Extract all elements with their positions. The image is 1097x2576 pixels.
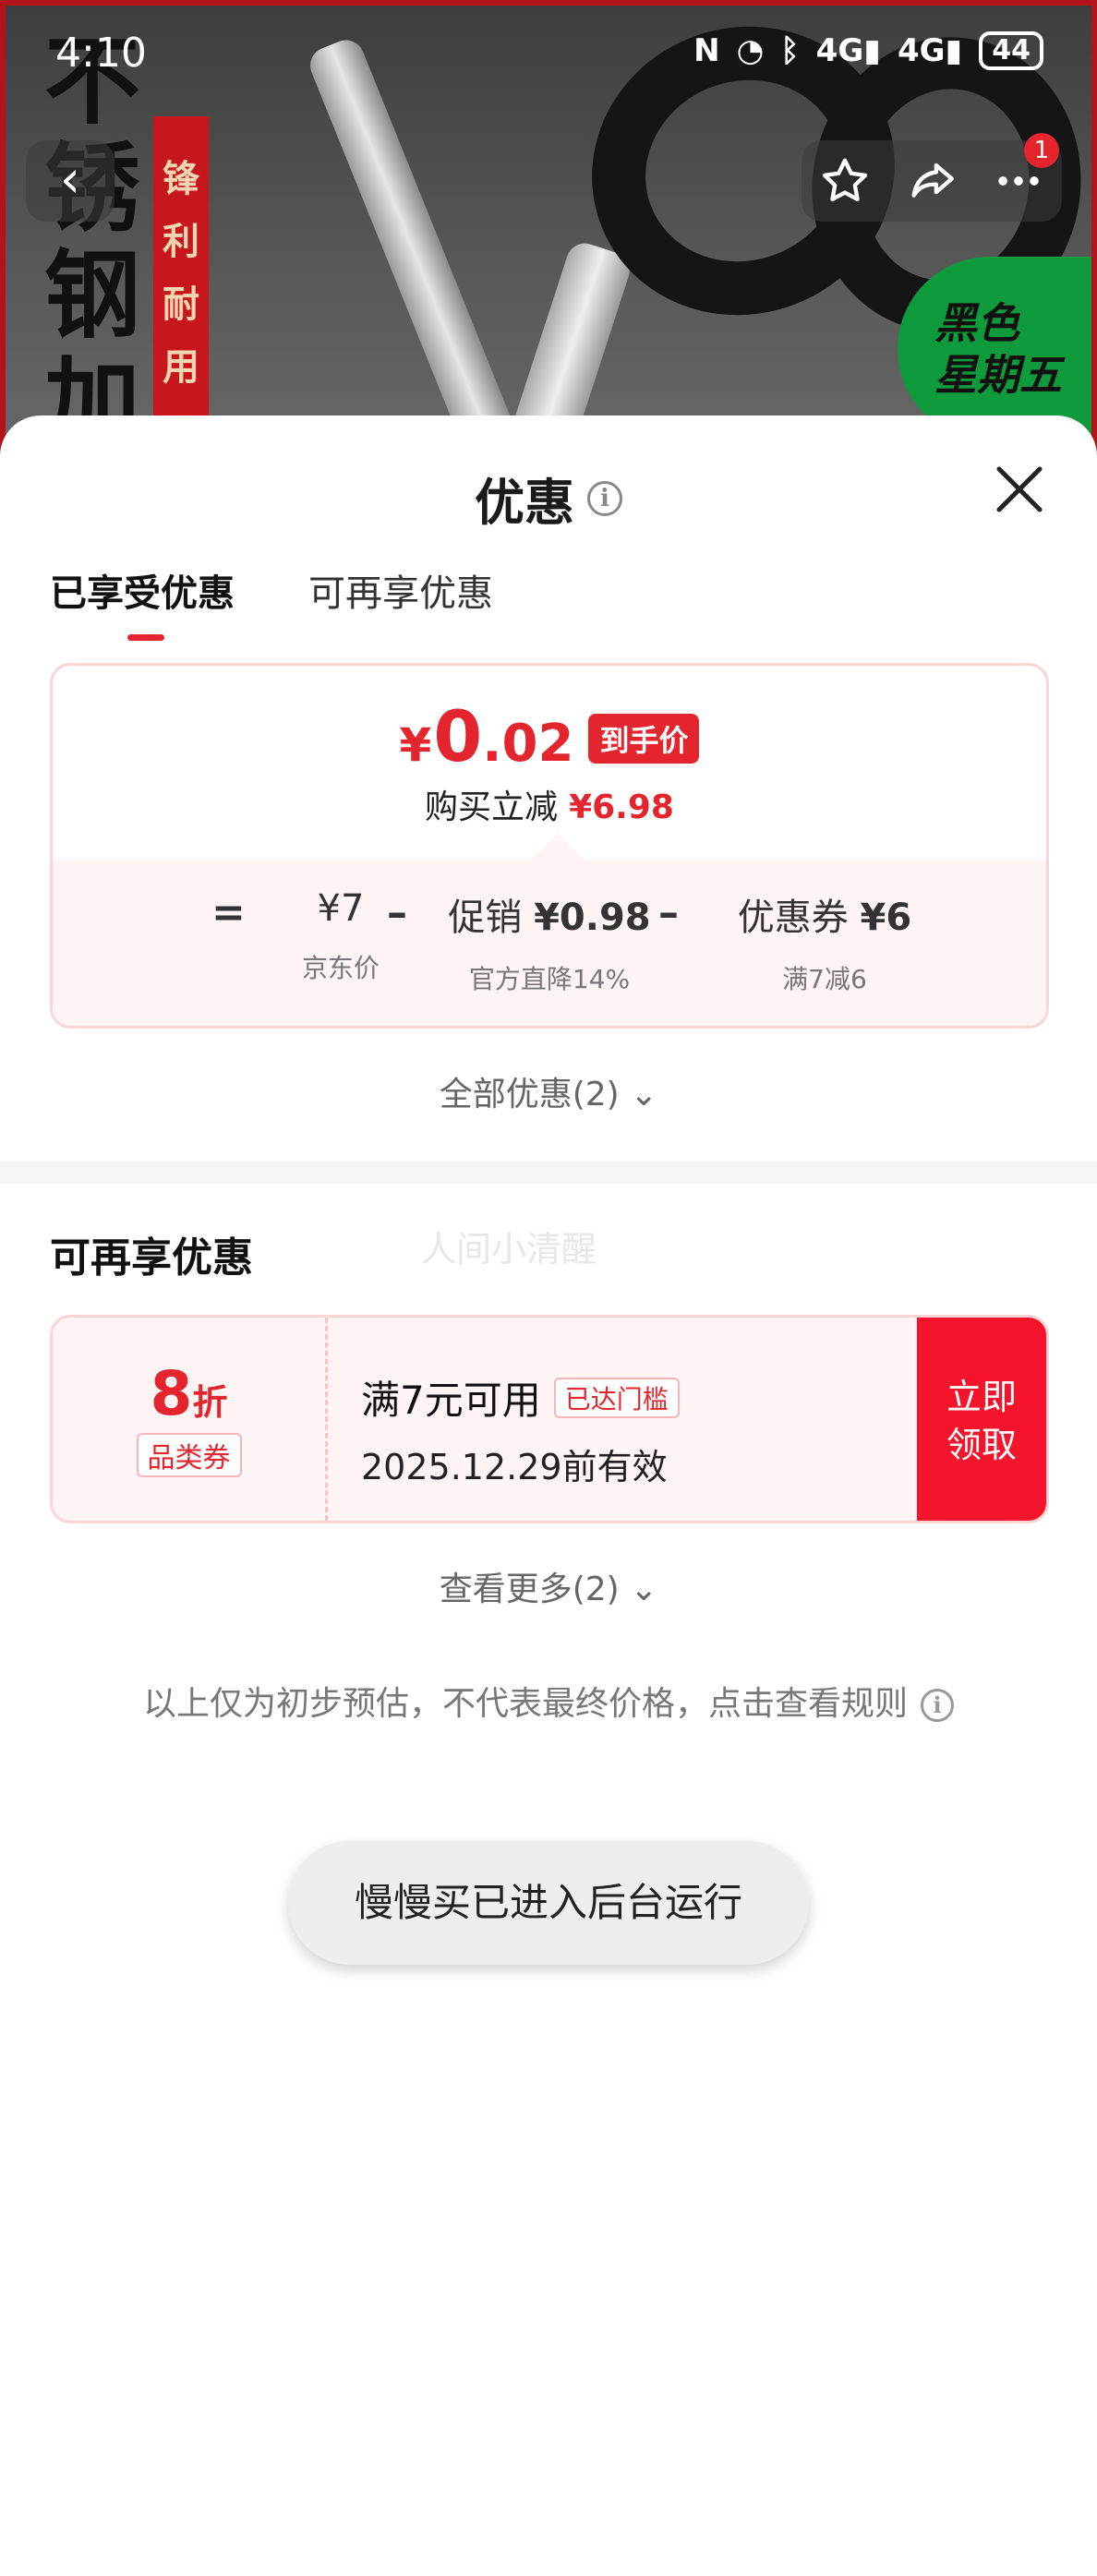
- tab-more-discounts[interactable]: 可再享优惠: [308, 563, 493, 617]
- battery-icon: 44: [979, 31, 1043, 70]
- more-button[interactable]: 1: [982, 133, 1059, 218]
- watermark: 人间小清醒: [421, 1229, 597, 1270]
- chevron-down-icon: ⌄: [630, 1076, 658, 1113]
- close-button[interactable]: [990, 460, 1049, 519]
- final-price-tag: 到手价: [588, 714, 700, 764]
- notification-badge: 1: [1024, 133, 1059, 168]
- tab-enjoyed-discounts[interactable]: 已享受优惠: [50, 563, 235, 641]
- price-summary: ¥0.02 到手价 购买立减 ¥6.98: [53, 666, 1046, 850]
- coupon-term: 优惠券 ¥6 满7减6: [705, 887, 945, 996]
- background-toast: 慢慢买已进入后台运行: [288, 1841, 809, 1965]
- minus-sign-1: –: [387, 889, 407, 936]
- status-time: 4:10: [55, 30, 147, 77]
- price-formula: = ¥7 京东价 – 促销 ¥0.98 官方直降14% – 优惠券 ¥6 满7减…: [53, 833, 1046, 1026]
- discount-tabs: 已享受优惠 可再享优惠: [50, 563, 493, 641]
- coupon-condition: 满7元可用 已达门槛: [361, 1369, 680, 1426]
- nfc-icon: N: [693, 32, 720, 69]
- sheet-header: 优惠 i: [0, 462, 1097, 535]
- signal-4g-icon-2: 4G▮: [897, 32, 963, 69]
- promo-term: 促销 ¥0.98 官方直降14%: [439, 887, 660, 996]
- coupon-value: 优惠券 ¥6: [737, 897, 912, 939]
- purchase-discount: 购买立减 ¥6.98: [425, 788, 674, 826]
- price-card: ¥0.02 到手价 购买立减 ¥6.98 = ¥7 京东价 – 促销 ¥0.98 …: [50, 663, 1049, 1029]
- share-button[interactable]: [895, 144, 969, 218]
- bluetooth-icon: ᛒ: [780, 32, 800, 69]
- status-icons: N ◔ ᛒ 4G▮ 4G▮ 44: [693, 31, 1043, 70]
- alarm-icon: ◔: [736, 32, 765, 69]
- coupon-details: 满7元可用 已达门槛 2025.12.29前有效: [361, 1369, 680, 1489]
- rules-info-icon: i: [921, 1689, 954, 1722]
- threshold-badge: 已达门槛: [553, 1377, 680, 1418]
- section-title: 可再享优惠: [50, 1234, 253, 1282]
- all-discounts-link[interactable]: 全部优惠(2) ⌄: [0, 1067, 1097, 1115]
- coupon-sub: 满7减6: [782, 964, 867, 994]
- claim-coupon-button[interactable]: 立即 领取: [917, 1318, 1046, 1521]
- promo-value: 促销 ¥0.98: [448, 897, 651, 939]
- coupon-card: 8折 品类券 满7元可用 已达门槛 2025.12.29前有效 立即 领取: [50, 1315, 1049, 1523]
- jd-price-label: 京东价: [301, 953, 380, 983]
- discount-amount: ¥6.98: [569, 788, 674, 826]
- back-button[interactable]: ‹: [26, 140, 115, 222]
- promo-sub: 官方直降14%: [468, 964, 631, 994]
- section-divider: [0, 1162, 1097, 1184]
- info-icon[interactable]: i: [587, 480, 622, 516]
- coupon-validity: 2025.12.29前有效: [361, 1447, 668, 1487]
- signal-4g-icon: 4G▮: [815, 32, 881, 69]
- star-icon: [822, 158, 868, 201]
- discount-sheet: 优惠 i 已享受优惠 可再享优惠 ¥0.02 到手价 购买立减 ¥6.98 = ¥7…: [0, 415, 1097, 2576]
- disclaimer[interactable]: 以上仅为初步预估，不代表最终价格，点击查看规则 i: [0, 1677, 1097, 1725]
- coupon-discount-panel: 8折 品类券: [53, 1318, 328, 1521]
- favorite-button[interactable]: [808, 144, 882, 218]
- top-actions: 1: [802, 133, 1062, 222]
- see-more-link[interactable]: 查看更多(2) ⌄: [0, 1562, 1097, 1610]
- final-price-line: ¥0.02 到手价: [53, 695, 1046, 777]
- status-bar: 4:10 N ◔ ᛒ 4G▮ 4G▮ 44: [0, 0, 1097, 102]
- share-icon: [911, 163, 954, 198]
- sheet-title: 优惠: [475, 474, 574, 532]
- coupon-discount: 8折: [150, 1358, 228, 1429]
- close-icon: [996, 466, 1043, 512]
- chevron-left-icon: ‹: [59, 150, 81, 210]
- chevron-down-icon: ⌄: [630, 1571, 658, 1608]
- equals-sign: =: [211, 889, 246, 936]
- minus-sign-2: –: [658, 889, 679, 936]
- final-price: ¥0.02: [399, 695, 574, 777]
- coupon-type-badge: 品类券: [136, 1433, 242, 1477]
